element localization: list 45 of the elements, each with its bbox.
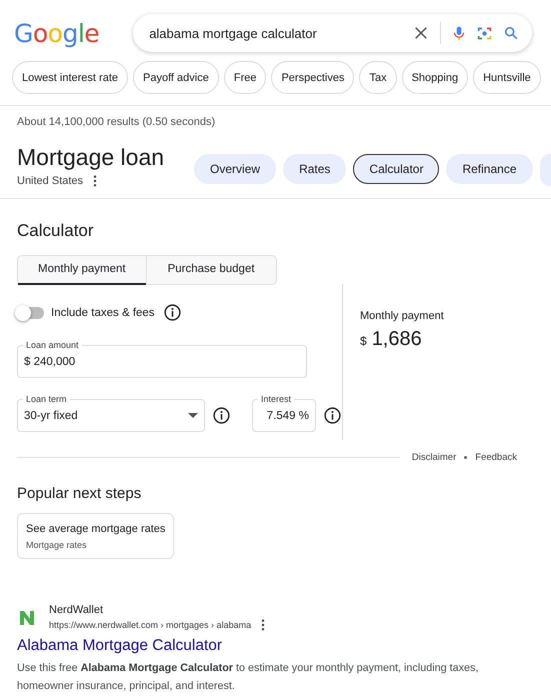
more-icon[interactable] bbox=[261, 619, 266, 631]
topic-tab[interactable]: Calculator bbox=[353, 154, 440, 184]
filter-chip[interactable]: Huntsville bbox=[473, 61, 541, 94]
suggestion-card[interactable]: See average mortgage rates Mortgage rates bbox=[17, 513, 174, 559]
currency-symbol: $ bbox=[360, 334, 367, 348]
topic-subtitle: United States bbox=[17, 175, 84, 187]
filter-chip[interactable]: Payoff advice bbox=[133, 61, 219, 94]
filter-chip[interactable]: Tax bbox=[359, 61, 397, 94]
mode-tab[interactable]: Monthly payment bbox=[18, 256, 146, 285]
section-title: Popular next steps bbox=[17, 485, 142, 502]
payment-amount: 1,686 bbox=[372, 328, 422, 351]
card-title: See average mortgage rates bbox=[26, 523, 166, 535]
info-icon[interactable] bbox=[213, 407, 230, 424]
more-icon[interactable] bbox=[93, 175, 98, 187]
result-title-link[interactable]: Alabama Mortgage Calculator bbox=[17, 637, 222, 655]
search-field[interactable]: alabama mortgage calculator bbox=[133, 14, 532, 52]
caret-icon bbox=[188, 413, 198, 418]
info-icon[interactable] bbox=[324, 407, 341, 424]
topic-title: Mortgage loan bbox=[17, 144, 164, 171]
result-label: Monthly payment bbox=[360, 310, 445, 322]
toggle-switch[interactable] bbox=[17, 306, 44, 318]
footer-link[interactable]: Disclaimer bbox=[412, 452, 456, 463]
close-icon[interactable] bbox=[414, 26, 428, 40]
mode-tab[interactable]: Purchase budget bbox=[146, 256, 276, 285]
footer-link[interactable]: Feedback bbox=[475, 452, 517, 463]
google-logo[interactable]: Google bbox=[14, 18, 100, 48]
info-icon[interactable] bbox=[164, 304, 181, 321]
filter-chip[interactable]: Free bbox=[224, 61, 266, 94]
filter-chip[interactable]: Lowest interest rate bbox=[12, 61, 128, 94]
separator-dot bbox=[464, 456, 468, 459]
site-name: NerdWallet bbox=[49, 604, 104, 616]
result-stats: About 14,100,000 results (0.50 seconds) bbox=[16, 115, 216, 128]
result-url: https://www.nerdwallet.com › mortgages › alabama bbox=[49, 620, 252, 630]
camera-icon[interactable] bbox=[477, 26, 492, 40]
topic-tab[interactable]: Refinance bbox=[446, 154, 532, 184]
search-icon[interactable] bbox=[504, 26, 518, 40]
topic-tab[interactable]: Rates bbox=[283, 154, 346, 184]
filter-chip[interactable]: Shopping bbox=[402, 61, 468, 94]
microphone-icon[interactable] bbox=[453, 24, 465, 42]
topic-tab[interactable]: Overview bbox=[194, 154, 276, 184]
toggle-label: Include taxes & fees bbox=[51, 306, 155, 318]
filter-chip[interactable]: Perspectives bbox=[271, 61, 354, 94]
result-snippet: Use this free Alabama Mortgage Calculator to estimate your monthly payment, including taxes, homeowner insurance, principal, and interest. bbox=[17, 661, 480, 694]
section-title: Calculator bbox=[17, 221, 95, 241]
card-subtitle: Mortgage rates bbox=[26, 540, 88, 550]
